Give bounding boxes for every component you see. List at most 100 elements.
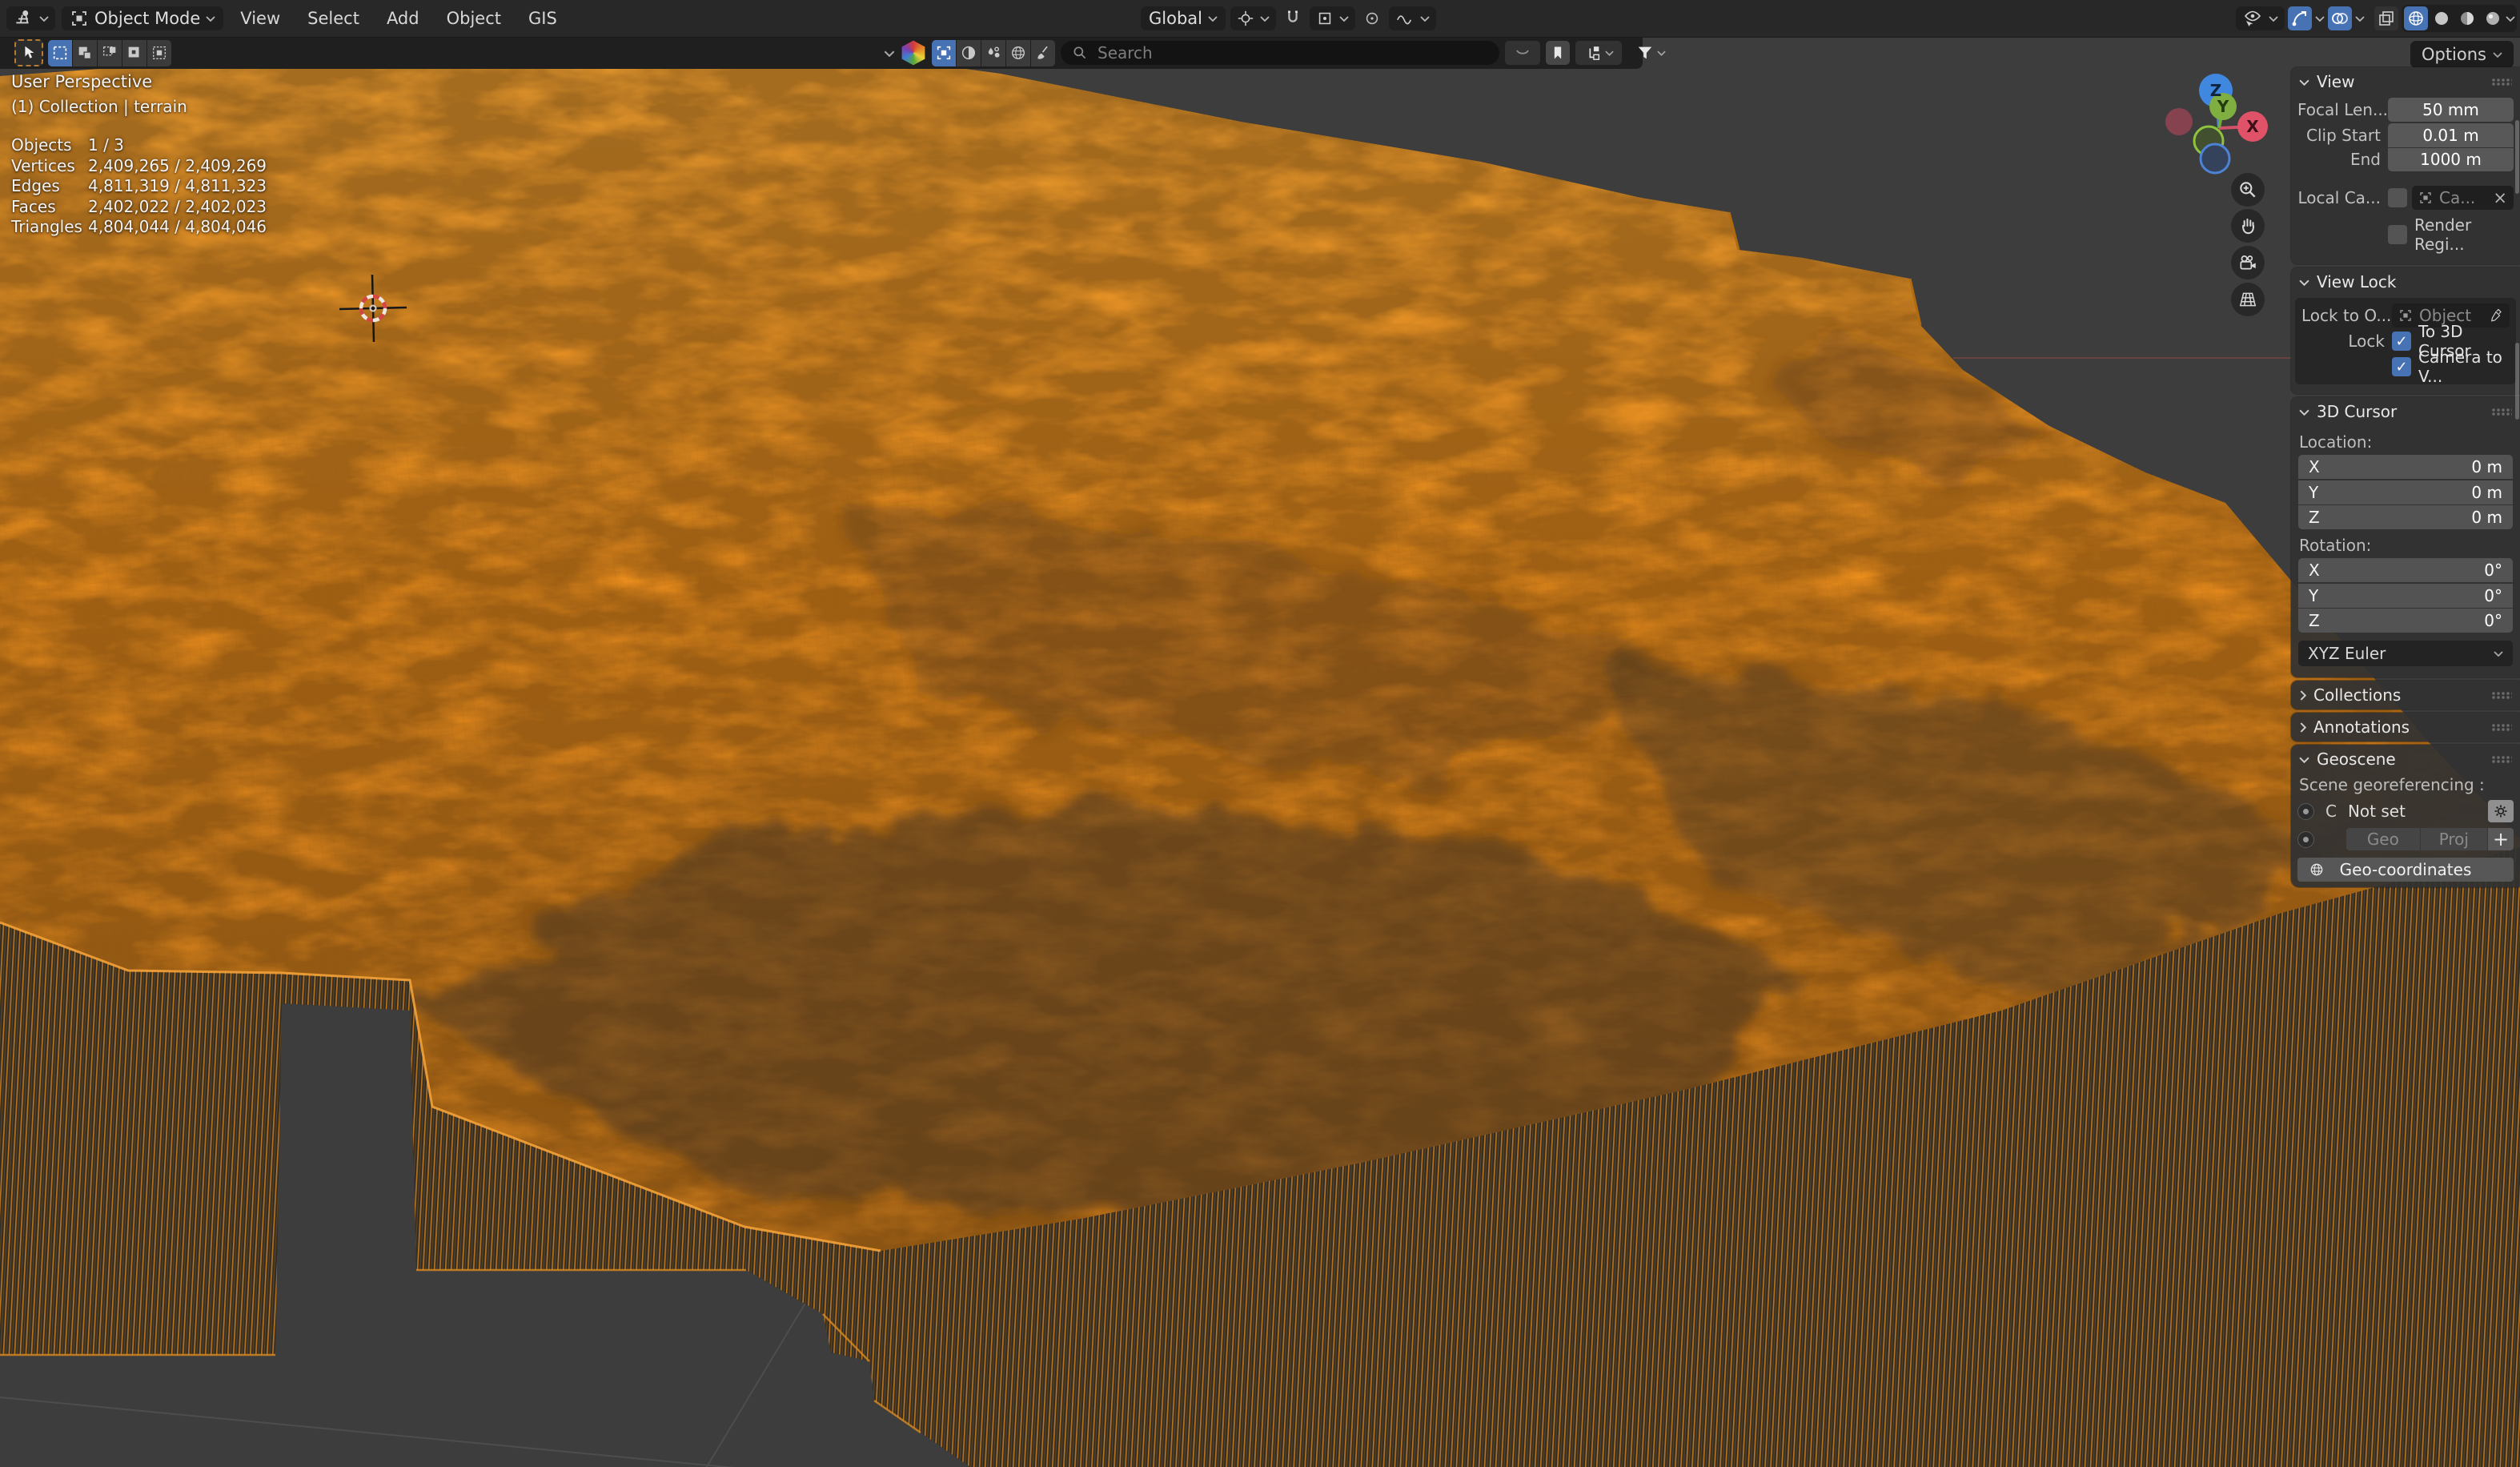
search-field[interactable] bbox=[1061, 41, 1499, 65]
chevron-down-icon[interactable] bbox=[2355, 15, 2365, 22]
active-tool-select-button[interactable] bbox=[14, 39, 43, 66]
mode-select[interactable]: Object Mode bbox=[62, 6, 223, 30]
rotation-y-field[interactable]: Y 0° bbox=[2298, 584, 2513, 608]
snap-toggle-button[interactable] bbox=[1281, 6, 1305, 30]
view-layer-button[interactable] bbox=[1575, 41, 1622, 65]
gis-shading-button[interactable] bbox=[957, 40, 981, 66]
location-z-field[interactable]: Z 0 m bbox=[2298, 505, 2513, 529]
filter-button[interactable] bbox=[1627, 41, 1674, 65]
show-gizmo-button[interactable] bbox=[2288, 6, 2312, 30]
clip-end-slider[interactable]: 1000 m bbox=[2388, 148, 2514, 171]
gis-region-button[interactable] bbox=[932, 40, 956, 66]
render-region-checkbox[interactable] bbox=[2388, 225, 2407, 244]
proportional-falloff-select[interactable] bbox=[1389, 6, 1436, 30]
location-y-field[interactable]: Y 0 m bbox=[2298, 480, 2513, 504]
eyedropper-icon[interactable] bbox=[2489, 308, 2503, 323]
add-crs-button[interactable]: + bbox=[2488, 828, 2514, 850]
collapse-chevron-icon[interactable] bbox=[884, 50, 895, 57]
gizmo-arrow-icon bbox=[2290, 9, 2309, 28]
axis-minus-x[interactable] bbox=[2165, 108, 2193, 135]
sidebar-scrollbar[interactable] bbox=[2515, 343, 2519, 420]
shading-rendered-button[interactable] bbox=[2481, 6, 2505, 30]
crs-radio[interactable] bbox=[2297, 803, 2314, 820]
transform-orientation-select[interactable]: Global bbox=[1141, 6, 1226, 30]
local-camera-row: Local Ca... Ca... × bbox=[2297, 186, 2514, 210]
shading-material-button[interactable] bbox=[2455, 6, 2479, 30]
panel-grip-handle[interactable] bbox=[2492, 692, 2512, 699]
select-extend-button[interactable] bbox=[73, 40, 97, 66]
select-intersect-button[interactable] bbox=[147, 40, 171, 66]
menu-object[interactable]: Object bbox=[436, 0, 512, 37]
axis-minus-z[interactable] bbox=[2201, 144, 2229, 173]
zoom-button[interactable] bbox=[2231, 173, 2265, 207]
select-subtract-button[interactable] bbox=[98, 40, 122, 66]
panel-annotations[interactable]: Annotations bbox=[2291, 713, 2520, 742]
local-camera-checkbox[interactable] bbox=[2388, 188, 2407, 207]
rotation-mode-dropdown[interactable]: XYZ Euler bbox=[2298, 641, 2513, 666]
proj-button[interactable]: Proj bbox=[2421, 828, 2487, 850]
viewport-3d[interactable]: Z Y X bbox=[0, 0, 2520, 1467]
chevron-down-icon bbox=[2299, 279, 2309, 286]
select-set-button[interactable] bbox=[48, 40, 72, 66]
camera-view-button[interactable] bbox=[2231, 246, 2265, 279]
menu-add[interactable]: Add bbox=[376, 0, 430, 37]
rotation-x-field[interactable]: X 0° bbox=[2298, 558, 2513, 582]
show-hide-select[interactable] bbox=[2236, 6, 2285, 30]
to-3d-cursor-checkbox[interactable]: ✓ bbox=[2392, 332, 2411, 351]
solid-sphere-icon bbox=[2432, 9, 2451, 28]
panel-view-lock: View Lock Lock to O... Object Lock ✓ To … bbox=[2291, 267, 2520, 394]
panel-view-lock-header[interactable]: View Lock bbox=[2291, 267, 2520, 296]
rendered-sphere-icon bbox=[2483, 9, 2502, 28]
bookmark-button[interactable] bbox=[1546, 41, 1570, 65]
ortho-toggle-button[interactable] bbox=[2231, 283, 2265, 316]
gis-terrain-drops-button[interactable] bbox=[981, 40, 1005, 66]
snap-target-select[interactable] bbox=[1310, 6, 1355, 30]
geo-coordinates-button[interactable]: Geo-coordinates bbox=[2297, 858, 2514, 882]
menu-gis[interactable]: GIS bbox=[518, 0, 568, 37]
cursor-location-group: X 0 m Y 0 m Z 0 m bbox=[2298, 455, 2513, 529]
chevron-down-icon bbox=[1339, 15, 1349, 22]
panel-3d-cursor-header[interactable]: 3D Cursor bbox=[2291, 397, 2520, 426]
stat-value: 1 / 3 bbox=[88, 135, 124, 156]
gis-clean-button[interactable] bbox=[1031, 40, 1055, 66]
shading-solid-button[interactable] bbox=[2430, 6, 2454, 30]
panel-grip-handle[interactable] bbox=[2492, 724, 2512, 731]
panel-grip-handle[interactable] bbox=[2492, 408, 2512, 416]
pan-button[interactable] bbox=[2231, 209, 2265, 243]
menu-select[interactable]: Select bbox=[297, 0, 370, 37]
panel-grip-handle[interactable] bbox=[2492, 78, 2512, 86]
editor-type-button[interactable] bbox=[6, 6, 55, 30]
crs-settings-button[interactable] bbox=[2488, 800, 2514, 822]
stat-label: Triangles bbox=[11, 217, 88, 238]
panel-collections[interactable]: Collections bbox=[2291, 681, 2520, 709]
menu-view[interactable]: View bbox=[230, 0, 291, 37]
gis-basemap-icon[interactable] bbox=[901, 40, 926, 66]
location-x-field[interactable]: X 0 m bbox=[2298, 455, 2513, 479]
sidebar-scrollbar[interactable] bbox=[2515, 120, 2519, 194]
material-sphere-icon bbox=[2458, 9, 2477, 28]
camera-to-view-checkbox[interactable]: ✓ bbox=[2392, 357, 2411, 376]
panel-grip-handle[interactable] bbox=[2492, 756, 2512, 763]
geo-button[interactable]: Geo bbox=[2346, 828, 2420, 850]
geo-proj-radio[interactable] bbox=[2297, 831, 2314, 848]
rotation-z-field[interactable]: Z 0° bbox=[2298, 609, 2513, 633]
search-input[interactable] bbox=[1096, 42, 1488, 63]
panel-geoscene-header[interactable]: Geoscene bbox=[2291, 745, 2520, 774]
show-overlays-button[interactable] bbox=[2328, 6, 2352, 30]
clear-icon[interactable]: × bbox=[2493, 188, 2507, 207]
chevron-down-icon[interactable] bbox=[2506, 15, 2515, 22]
focal-length-slider[interactable]: 50 mm bbox=[2388, 98, 2514, 122]
panel-view-header[interactable]: View bbox=[2291, 67, 2520, 96]
orientation-label: Global bbox=[1149, 9, 1202, 28]
select-invert-button[interactable] bbox=[122, 40, 146, 66]
shading-wireframe-button[interactable] bbox=[2404, 6, 2428, 30]
xray-toggle-button[interactable] bbox=[2374, 6, 2398, 30]
chevron-down-icon[interactable] bbox=[2315, 15, 2325, 22]
presets-button[interactable] bbox=[1505, 41, 1540, 65]
local-camera-field[interactable]: Ca... × bbox=[2412, 186, 2514, 210]
clip-start-slider[interactable]: 0.01 m bbox=[2388, 123, 2514, 147]
geo-coordinates-label: Geo-coordinates bbox=[2340, 860, 2472, 879]
pivot-point-select[interactable] bbox=[1230, 6, 1276, 30]
proportional-editing-button[interactable] bbox=[1360, 6, 1384, 30]
gis-globe-button[interactable] bbox=[1006, 40, 1030, 66]
